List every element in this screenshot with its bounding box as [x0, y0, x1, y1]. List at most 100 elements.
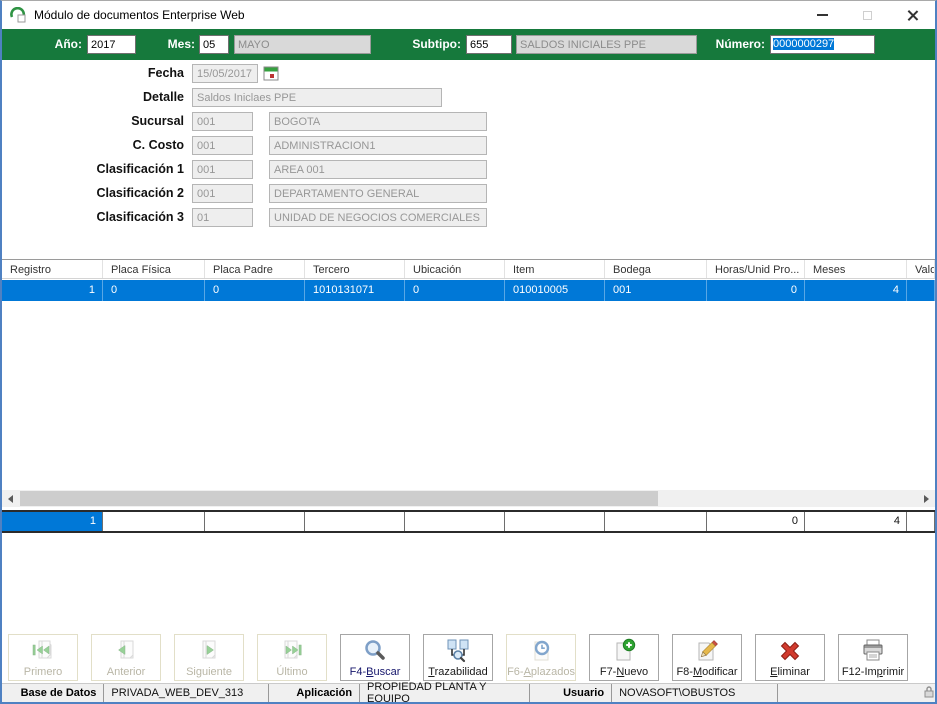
document-header-bar: Año: Mes: Subtipo: Número: 0000000297 [2, 29, 935, 60]
delete-x-icon [777, 637, 803, 665]
application-value: PROPIEDAD PLANTA Y EQUIPO [360, 681, 530, 702]
detalle-field [192, 88, 442, 107]
minimize-icon [817, 14, 828, 16]
subtipo-input[interactable] [466, 35, 512, 54]
numero-selected-text: 0000000297 [773, 38, 835, 50]
mes-name-field [234, 35, 371, 54]
scroll-left-button[interactable] [2, 490, 19, 507]
numero-label: Número: [715, 37, 765, 51]
clasificacion1-label: Clasificación 1 [96, 162, 184, 176]
anterior-label: Anterior [106, 666, 146, 678]
first-record-icon [30, 637, 56, 665]
summary-placa-padre [205, 512, 305, 531]
user-label: Usuario [530, 684, 613, 702]
grid-empty-area [2, 301, 935, 490]
aplazados-button: F6-Aplazados [506, 634, 576, 681]
nuevo-button[interactable]: F7-Nuevo [589, 634, 659, 681]
clasificacion2-code-field [192, 184, 253, 203]
previous-record-icon [113, 637, 139, 665]
printer-icon [860, 637, 886, 665]
summary-ubicacion [405, 512, 505, 531]
primero-button: Primero [8, 634, 78, 681]
sucursal-row: Sucursal [2, 112, 935, 132]
ultimo-label: Último [276, 666, 308, 678]
traceability-icon [445, 637, 471, 665]
app-window: Módulo de documentos Enterprise Web Año:… [0, 0, 937, 704]
scroll-left-icon [8, 494, 13, 503]
lock-area [778, 684, 935, 702]
clasificacion2-label: Clasificación 2 [96, 186, 184, 200]
ccosto-row: C. Costo [2, 136, 935, 156]
summary-row: 1 0 4 [2, 510, 935, 533]
eliminar-label: Eliminar [770, 666, 810, 678]
subtipo-label: Subtipo: [412, 37, 461, 51]
column-header-bodega[interactable]: Bodega [605, 260, 707, 278]
scroll-right-button[interactable] [918, 490, 935, 507]
imprimir-button[interactable]: F12-Imprimir [838, 634, 908, 681]
edit-pencil-icon [694, 637, 720, 665]
mes-label: Mes: [167, 37, 195, 51]
sucursal-label: Sucursal [131, 114, 184, 128]
column-header-horas[interactable]: Horas/Unid Pro... [707, 260, 805, 278]
buscar-label: F4-Buscar [349, 666, 401, 678]
column-header-registro[interactable]: Registro [2, 260, 103, 278]
siguiente-label: Siguiente [186, 666, 232, 678]
cell-registro: 1 [2, 280, 103, 301]
clasificacion1-code-field [192, 160, 253, 179]
summary-bodega [605, 512, 707, 531]
app-logo-icon [10, 7, 26, 23]
primero-label: Primero [23, 666, 63, 678]
column-header-meses[interactable]: Meses [805, 260, 907, 278]
scroll-right-icon [924, 494, 929, 503]
trazabilidad-button[interactable]: Trazabilidad [423, 634, 493, 681]
modificar-button[interactable]: F8-Modificar [672, 634, 742, 681]
modificar-label: F8-Modificar [676, 666, 738, 678]
buscar-button[interactable]: F4-Buscar [340, 634, 410, 681]
mes-input[interactable] [199, 35, 229, 54]
horizontal-scrollbar[interactable] [2, 490, 935, 507]
summary-tercero [305, 512, 405, 531]
ultimo-button: Último [257, 634, 327, 681]
title-bar: Módulo de documentos Enterprise Web [2, 1, 935, 29]
lock-icon [923, 685, 935, 701]
cell-bodega: 001 [605, 280, 707, 301]
calendar-icon [263, 65, 280, 82]
summary-meses: 4 [805, 512, 907, 531]
cell-horas: 0 [707, 280, 805, 301]
table-row-selected[interactable]: 1 0 0 1010131071 0 010010005 001 0 4 [2, 280, 935, 301]
column-header-item[interactable]: Item [505, 260, 605, 278]
calendar-button[interactable] [263, 65, 281, 82]
detalle-label: Detalle [143, 90, 184, 104]
cell-placa-fisica: 0 [103, 280, 205, 301]
toolbar: Primero Anterior Siguiente Último F4-Bus… [8, 634, 908, 681]
column-header-valor[interactable]: Valo [907, 260, 935, 278]
maximize-icon [863, 10, 872, 20]
clasificacion3-desc-field [269, 208, 487, 227]
clasificacion1-row: Clasificación 1 [2, 160, 935, 180]
detalle-row: Detalle [2, 88, 935, 108]
minimize-button[interactable] [800, 1, 845, 29]
anterior-button: Anterior [91, 634, 161, 681]
close-icon [906, 9, 919, 22]
grid-header: Registro Placa Física Placa Padre Tercer… [2, 259, 935, 279]
clasificacion3-code-field [192, 208, 253, 227]
column-header-tercero[interactable]: Tercero [305, 260, 405, 278]
trazabilidad-label: Trazabilidad [428, 666, 488, 678]
fecha-field [192, 64, 258, 83]
column-header-placa-padre[interactable]: Placa Padre [205, 260, 305, 278]
scrollbar-thumb[interactable] [20, 491, 658, 506]
numero-input[interactable]: 0000000297 [770, 35, 875, 54]
sucursal-code-field [192, 112, 253, 131]
window-title: Módulo de documentos Enterprise Web [34, 8, 245, 22]
column-header-ubicacion[interactable]: Ubicación [405, 260, 505, 278]
clasificacion2-desc-field [269, 184, 487, 203]
summary-valor [907, 512, 935, 531]
cell-valor [907, 280, 935, 301]
eliminar-button[interactable]: Eliminar [755, 634, 825, 681]
imprimir-label: F12-Imprimir [841, 666, 905, 678]
ano-input[interactable] [87, 35, 136, 54]
cell-tercero: 1010131071 [305, 280, 405, 301]
clasificacion3-label: Clasificación 3 [96, 210, 184, 224]
close-button[interactable] [890, 1, 935, 29]
column-header-placa-fisica[interactable]: Placa Física [103, 260, 205, 278]
